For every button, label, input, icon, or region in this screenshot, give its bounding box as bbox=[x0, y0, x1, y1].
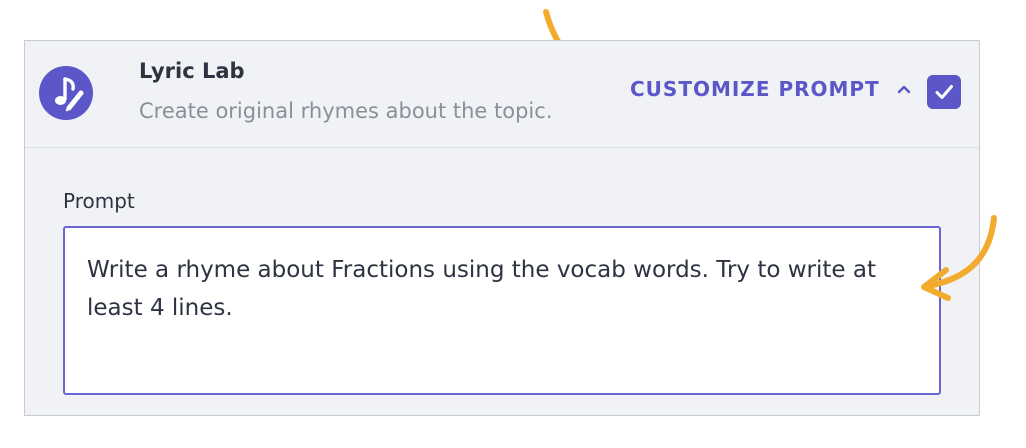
prompt-textarea[interactable]: Write a rhyme about Fractions using the … bbox=[63, 226, 941, 395]
activity-title: Lyric Lab bbox=[139, 59, 245, 83]
activity-subtitle: Create original rhymes about the topic. bbox=[139, 99, 553, 123]
music-note-pencil-icon bbox=[39, 66, 93, 120]
checkmark-icon bbox=[935, 85, 953, 99]
activity-card: Lyric Lab Create original rhymes about t… bbox=[24, 40, 980, 416]
customize-prompt-toggle[interactable]: CUSTOMIZE PROMPT bbox=[630, 77, 912, 101]
customize-prompt-label: CUSTOMIZE PROMPT bbox=[630, 77, 880, 101]
activity-header: Lyric Lab Create original rhymes about t… bbox=[25, 41, 979, 148]
activity-enabled-checkbox[interactable] bbox=[927, 75, 961, 109]
stage: Lyric Lab Create original rhymes about t… bbox=[0, 0, 1026, 448]
chevron-up-icon bbox=[897, 85, 910, 94]
prompt-label: Prompt bbox=[63, 189, 135, 213]
